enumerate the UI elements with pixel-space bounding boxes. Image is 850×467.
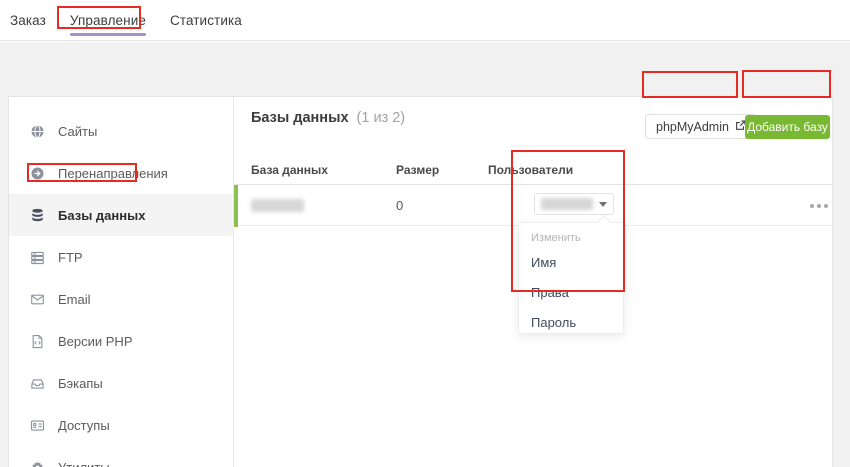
tab-order[interactable]: Заказ	[10, 0, 46, 40]
sidebar-item-access[interactable]: Доступы	[9, 404, 233, 446]
sidebar-item-label: Версии PHP	[58, 334, 133, 349]
tab-management[interactable]: Управление	[70, 0, 146, 40]
column-header-users: Пользователи	[488, 163, 573, 177]
dropdown-item-rights[interactable]: Права	[531, 285, 611, 300]
redirect-arrow-icon	[29, 165, 45, 181]
table-row: 0	[235, 185, 832, 226]
dropdown-item-password[interactable]: Пароль	[531, 315, 611, 330]
redacted-user-name	[541, 198, 593, 210]
sidebar-item-databases[interactable]: Базы данных	[9, 194, 233, 236]
chevron-down-icon	[599, 202, 607, 207]
sidebar-item-ftp[interactable]: FTP	[9, 236, 233, 278]
sidebar-item-label: Перенаправления	[58, 166, 168, 181]
envelope-icon	[29, 291, 45, 307]
dropdown-section-label: Изменить	[531, 232, 611, 244]
user-dropdown-menu: Изменить Имя Права Пароль	[518, 222, 624, 334]
sidebar: Сайты Перенаправления Базы данных FTP	[9, 97, 234, 467]
workspace-background: Сайты Перенаправления Базы данных FTP	[0, 42, 850, 467]
server-icon	[29, 249, 45, 265]
row-actions-button[interactable]	[807, 201, 831, 211]
ellipsis-dot	[810, 204, 814, 208]
archive-box-icon	[29, 375, 45, 391]
database-icon	[29, 207, 45, 223]
dropdown-item-name[interactable]: Имя	[531, 255, 611, 270]
sidebar-item-sites[interactable]: Сайты	[9, 110, 233, 152]
content-panel: Сайты Перенаправления Базы данных FTP	[8, 96, 833, 467]
row-accent-bar	[234, 185, 238, 227]
redacted-database-name	[251, 199, 304, 212]
top-tab-bar: Заказ Управление Статистика	[0, 0, 850, 41]
sidebar-item-label: Email	[58, 292, 91, 307]
add-database-button[interactable]: Добавить базу	[745, 115, 830, 139]
ellipsis-dot	[824, 204, 828, 208]
sidebar-item-label: Сайты	[58, 124, 97, 139]
column-header-size: Размер	[396, 163, 439, 177]
globe-icon	[29, 123, 45, 139]
sidebar-item-utilities[interactable]: Утилиты	[9, 446, 233, 467]
id-card-icon	[29, 417, 45, 433]
gear-icon	[29, 459, 45, 467]
ellipsis-dot	[817, 204, 821, 208]
sidebar-item-email[interactable]: Email	[9, 278, 233, 320]
table-header-row: База данных Размер Пользователи	[235, 157, 832, 185]
page-title-count: (1 из 2)	[357, 110, 406, 126]
sidebar-item-label: Базы данных	[58, 208, 145, 223]
sidebar-item-label: Доступы	[58, 418, 110, 433]
phpmyadmin-button[interactable]: phpMyAdmin	[645, 114, 757, 139]
sidebar-item-php-versions[interactable]: Версии PHP	[9, 320, 233, 362]
user-dropdown-trigger[interactable]	[534, 193, 614, 215]
page-title: Базы данных (1 из 2)	[251, 110, 405, 126]
tab-statistics[interactable]: Статистика	[170, 0, 242, 40]
sidebar-item-label: Бэкапы	[58, 376, 103, 391]
sidebar-item-label: FTP	[58, 250, 83, 265]
sidebar-item-backups[interactable]: Бэкапы	[9, 362, 233, 404]
page-title-text: Базы данных	[251, 110, 349, 126]
sidebar-item-label: Утилиты	[58, 460, 110, 467]
database-size-value: 0	[396, 198, 403, 213]
sidebar-item-redirects[interactable]: Перенаправления	[9, 152, 233, 194]
phpmyadmin-button-label: phpMyAdmin	[656, 120, 729, 134]
column-header-database: База данных	[251, 163, 328, 177]
php-file-icon	[29, 333, 45, 349]
databases-section: Базы данных (1 из 2) phpMyAdmin Добавить…	[235, 97, 832, 467]
